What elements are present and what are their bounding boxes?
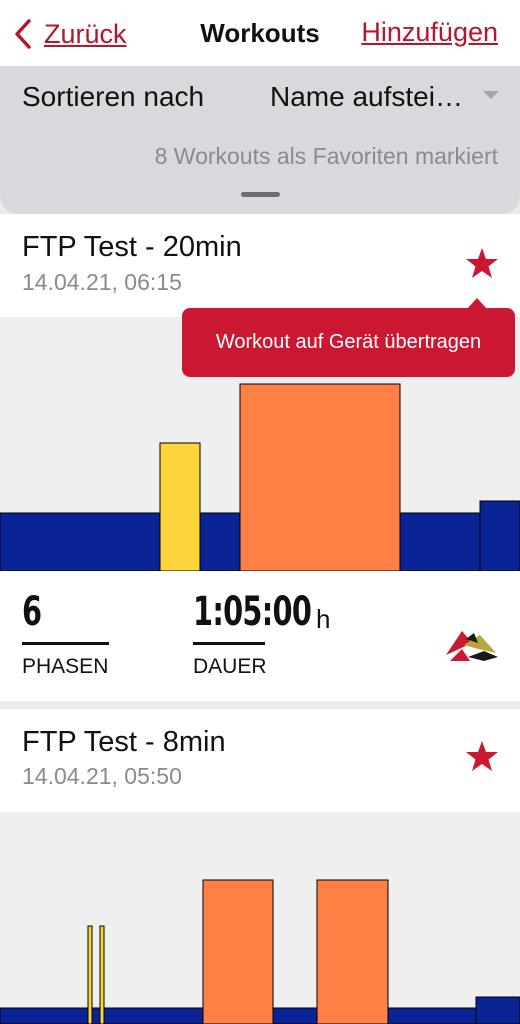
- workout-card: FTP Test - 20min 14.04.21, 06:15 6 PHASE…: [0, 214, 520, 701]
- chevron-down-icon[interactable]: [483, 91, 499, 99]
- phases-value: 6: [22, 589, 42, 635]
- panel-drag-handle[interactable]: [241, 192, 280, 197]
- workout-header[interactable]: FTP Test - 20min 14.04.21, 06:15: [0, 214, 520, 317]
- back-label[interactable]: Zurück: [44, 19, 127, 50]
- interval-bar: [99, 925, 105, 1024]
- interval-bar: [399, 512, 481, 571]
- interval-bar: [87, 925, 93, 1024]
- interval-bar: [316, 879, 389, 1024]
- workout-profile-chart[interactable]: [0, 812, 520, 1024]
- navigation-bar: Zurück Workouts Hinzufügen: [0, 0, 520, 66]
- interval-bar: [199, 512, 241, 571]
- interval-bar: [0, 512, 161, 571]
- interval-bar: [479, 500, 520, 571]
- workout-date: 14.04.21, 06:15: [22, 269, 182, 295]
- star-icon[interactable]: [465, 740, 499, 772]
- interval-bar: [387, 1007, 477, 1024]
- brand-logo-icon: [446, 631, 498, 661]
- star-icon[interactable]: [465, 247, 499, 279]
- divider: [193, 642, 265, 645]
- interval-bar: [0, 1007, 89, 1024]
- chevron-left-icon: [15, 19, 31, 49]
- interval-bar: [272, 1007, 318, 1024]
- interval-bar: [103, 1007, 204, 1024]
- workout-card: FTP Test - 8min 14.04.21, 05:50: [0, 709, 520, 1024]
- interval-bar: [239, 383, 401, 571]
- transfer-tooltip[interactable]: Workout auf Gerät übertragen: [182, 298, 515, 377]
- interval-bar: [475, 996, 520, 1024]
- interval-bar: [159, 442, 201, 571]
- add-button[interactable]: Hinzufügen: [361, 17, 498, 48]
- sort-panel: Sortieren nach Name aufstei… 8 Workouts …: [0, 66, 520, 214]
- divider: [22, 642, 109, 645]
- interval-bar: [202, 879, 274, 1024]
- duration-value: 1:05:00: [193, 589, 312, 635]
- workout-header[interactable]: FTP Test - 8min 14.04.21, 05:50: [0, 709, 520, 812]
- phases-label: PHASEN: [22, 655, 109, 678]
- sort-select[interactable]: Name aufstei…: [270, 81, 463, 113]
- sort-label: Sortieren nach: [22, 81, 205, 112]
- workout-stats: 6 PHASEN 1:05:00 h DAUER: [0, 571, 520, 701]
- duration-unit: h: [316, 604, 331, 634]
- interval-bar: [91, 1007, 101, 1024]
- workout-title: FTP Test - 20min: [22, 231, 242, 263]
- duration-label: DAUER: [193, 655, 267, 678]
- back-button[interactable]: Zurück: [12, 16, 127, 52]
- workout-date: 14.04.21, 05:50: [22, 763, 182, 789]
- workout-title: FTP Test - 8min: [22, 726, 226, 758]
- favorites-count: 8 Workouts als Favoriten markiert: [154, 143, 498, 169]
